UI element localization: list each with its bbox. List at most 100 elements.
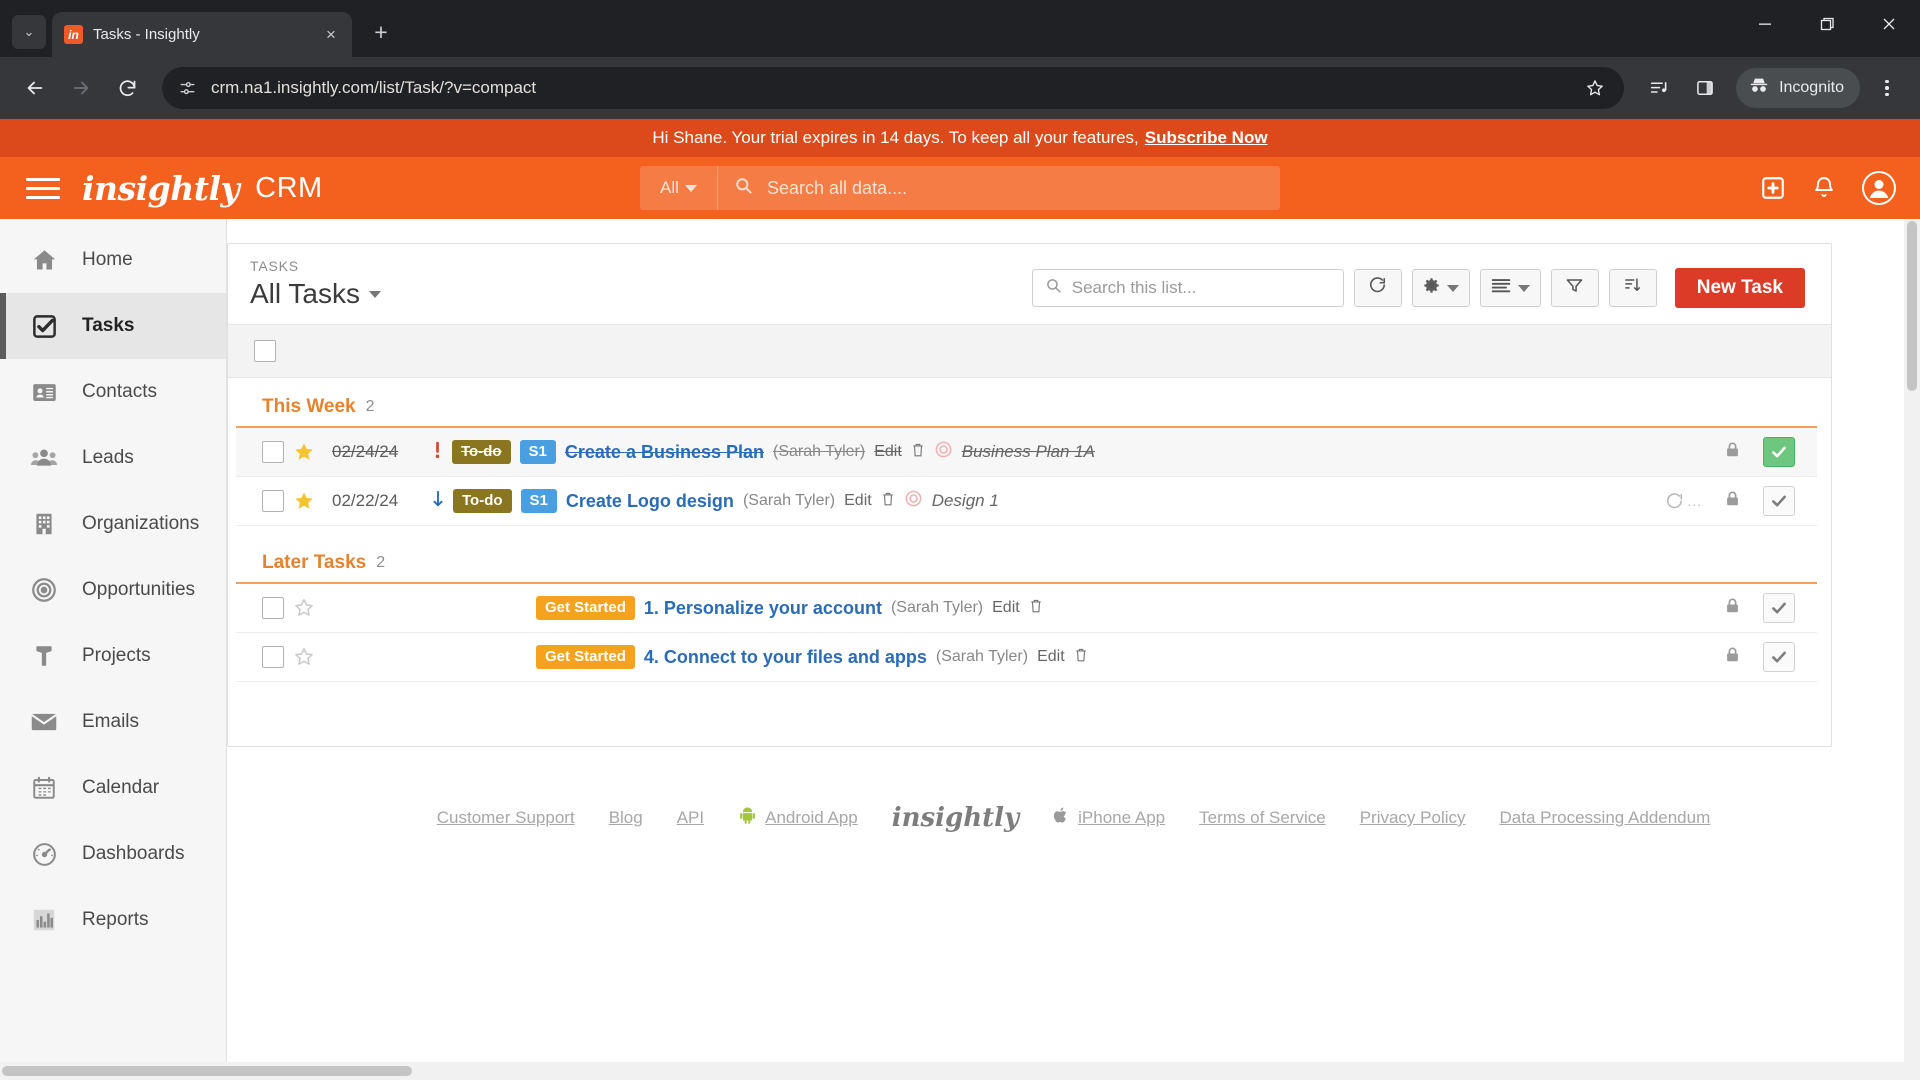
trash-icon[interactable]	[1029, 598, 1043, 619]
sidebar-item-reports[interactable]: Reports	[0, 887, 226, 953]
lock-icon	[1724, 597, 1741, 620]
footer-link-iphone-app[interactable]: iPhone App	[1078, 808, 1165, 828]
forward-button[interactable]	[60, 67, 102, 109]
trash-icon[interactable]	[1074, 647, 1088, 668]
edit-link[interactable]: Edit	[1037, 648, 1065, 666]
reading-list-icon[interactable]	[1638, 67, 1680, 109]
sidebar-item-contacts[interactable]: Contacts	[0, 359, 226, 425]
table-row[interactable]: 02/22/24 To-do S1 Create Logo design (Sa…	[236, 477, 1817, 526]
close-window-button[interactable]	[1858, 0, 1920, 47]
linked-record-link[interactable]: Design 1	[932, 491, 999, 511]
minimize-window-button[interactable]	[1734, 0, 1796, 47]
sidebar-item-organizations[interactable]: Organizations	[0, 491, 226, 557]
edit-link[interactable]: Edit	[992, 599, 1020, 617]
browser-tab[interactable]: in Tasks - Insightly ×	[52, 12, 352, 57]
close-tab-icon[interactable]: ×	[320, 24, 342, 46]
sidebar-item-label: Dashboards	[82, 843, 185, 864]
complete-task-checkbox[interactable]	[1763, 486, 1795, 516]
kebab-menu-icon[interactable]	[1868, 67, 1906, 109]
site-info-icon[interactable]	[178, 79, 197, 98]
refresh-button[interactable]	[1353, 269, 1402, 307]
sidebar-item-home[interactable]: Home	[0, 227, 226, 293]
sidebar-item-emails[interactable]: Emails	[0, 689, 226, 755]
subscribe-now-link[interactable]: Subscribe Now	[1145, 128, 1268, 148]
sidebar-item-leads[interactable]: Leads	[0, 425, 226, 491]
incognito-indicator[interactable]: Incognito	[1736, 68, 1860, 108]
row-checkbox[interactable]	[262, 597, 284, 619]
new-tab-button[interactable]: +	[366, 17, 396, 47]
address-bar[interactable]: crm.na1.insightly.com/list/Task/?v=compa…	[162, 67, 1625, 109]
chevron-down-icon	[1517, 284, 1530, 292]
row-checkbox[interactable]	[262, 441, 284, 463]
global-search-input[interactable]: Search all data....	[718, 176, 1280, 200]
select-all-checkbox[interactable]	[254, 340, 276, 362]
vertical-scrollbar[interactable]	[1904, 219, 1920, 1062]
horizontal-scrollbar[interactable]	[0, 1062, 1920, 1080]
task-title-link[interactable]: Create Logo design	[566, 491, 734, 512]
footer-link-android-app[interactable]: Android App	[765, 808, 858, 828]
add-new-icon[interactable]	[1760, 175, 1786, 201]
table-row[interactable]: Get Started 4. Connect to your files and…	[236, 633, 1817, 682]
footer-link-blog[interactable]: Blog	[609, 808, 643, 828]
complete-task-checkbox[interactable]	[1763, 437, 1795, 467]
sidebar-item-tasks[interactable]: Tasks	[0, 293, 226, 359]
high-priority-icon	[432, 441, 443, 464]
table-row[interactable]: 02/24/24 To-do S1 Create a Business Plan…	[236, 428, 1817, 477]
home-icon	[28, 244, 60, 276]
footer-link-customer-support[interactable]: Customer Support	[437, 808, 575, 828]
sidebar-item-dashboards[interactable]: Dashboards	[0, 821, 226, 887]
back-button[interactable]	[14, 67, 56, 109]
incognito-icon	[1748, 75, 1770, 102]
opportunity-icon	[904, 489, 923, 513]
global-search[interactable]: All Search all data....	[640, 166, 1280, 210]
side-panel-icon[interactable]	[1684, 67, 1726, 109]
notifications-bell-icon[interactable]	[1812, 176, 1836, 200]
sidebar-item-opportunities[interactable]: Opportunities	[0, 557, 226, 623]
filter-button[interactable]	[1550, 269, 1599, 307]
linked-record-link[interactable]: Business Plan 1A	[962, 442, 1095, 462]
star-icon[interactable]	[1574, 67, 1616, 109]
edit-link[interactable]: Edit	[874, 443, 902, 461]
row-checkbox[interactable]	[262, 646, 284, 668]
insightly-logo[interactable]: insightly	[82, 169, 240, 208]
task-title-link[interactable]: 1. Personalize your account	[644, 598, 882, 619]
search-list-input[interactable]: Search this list...	[1031, 269, 1344, 307]
task-title-link[interactable]: 4. Connect to your files and apps	[644, 647, 927, 668]
new-task-button[interactable]: New Task	[1674, 268, 1805, 308]
complete-task-checkbox[interactable]	[1763, 593, 1795, 623]
hamburger-menu-icon[interactable]	[26, 173, 60, 203]
complete-task-checkbox[interactable]	[1763, 642, 1795, 672]
trash-icon[interactable]	[911, 442, 925, 463]
footer-link-data-processing-addendum[interactable]: Data Processing Addendum	[1500, 808, 1711, 828]
sidebar-item-calendar[interactable]: Calendar	[0, 755, 226, 821]
tab-search-chevron-icon[interactable]: ⌄	[12, 15, 46, 49]
insightly-footer-logo: insightly	[891, 803, 1020, 833]
footer-link-api[interactable]: API	[677, 808, 704, 828]
star-icon[interactable]	[284, 646, 324, 668]
search-icon	[734, 176, 753, 200]
maximize-window-button[interactable]	[1796, 0, 1858, 47]
sidebar-item-projects[interactable]: Projects	[0, 623, 226, 689]
task-title-link[interactable]: Create a Business Plan	[565, 442, 764, 463]
search-scope-dropdown[interactable]: All	[640, 166, 718, 210]
footer-link-terms-of-service[interactable]: Terms of Service	[1199, 808, 1326, 828]
row-checkbox[interactable]	[262, 490, 284, 512]
view-options-button[interactable]	[1479, 269, 1541, 307]
table-row[interactable]: Get Started 1. Personalize your account …	[236, 584, 1817, 633]
emails-icon	[28, 706, 60, 738]
group-count: 2	[376, 554, 386, 571]
settings-dropdown-button[interactable]	[1411, 269, 1470, 307]
edit-link[interactable]: Edit	[844, 492, 872, 510]
sort-button[interactable]	[1608, 269, 1657, 307]
trash-icon[interactable]	[881, 491, 895, 512]
sidebar-item-label: Projects	[82, 645, 151, 666]
star-icon[interactable]	[284, 597, 324, 619]
star-icon[interactable]	[284, 490, 324, 512]
star-icon[interactable]	[284, 441, 324, 463]
list-view-selector[interactable]: All Tasks	[250, 278, 1032, 310]
footer-link-privacy-policy[interactable]: Privacy Policy	[1360, 808, 1466, 828]
user-avatar[interactable]	[1862, 171, 1896, 205]
reload-button[interactable]	[106, 67, 148, 109]
sidebar-item-label: Organizations	[82, 513, 200, 534]
dashboards-icon	[28, 838, 60, 870]
